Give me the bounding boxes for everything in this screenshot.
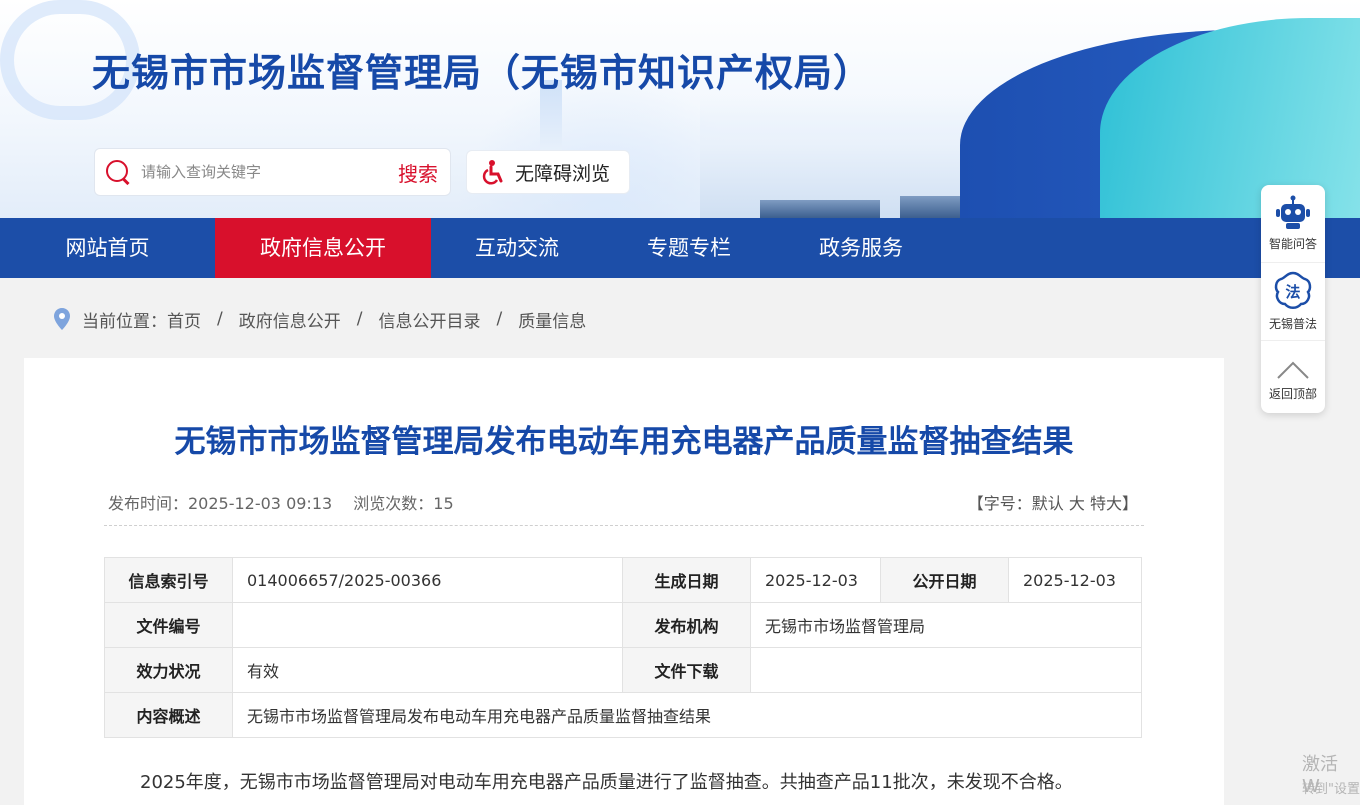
nav-item-special-topics[interactable]: 专题专栏 <box>603 218 775 278</box>
breadcrumb-prefix: 当前位置： <box>82 311 167 332</box>
breadcrumb-separator: / <box>496 309 503 329</box>
float-label: 返回顶部 <box>1268 386 1317 401</box>
breadcrumb-gov-info[interactable]: 政府信息公开 <box>239 307 341 332</box>
chevron-up-icon <box>1277 361 1309 379</box>
font-size-large[interactable]: 大 <box>1069 494 1085 513</box>
table-value: 2025-12-03 <box>1008 557 1142 603</box>
view-count: 浏览次数：15 <box>353 494 454 513</box>
wuxi-law-button[interactable]: 法 无锡普法 <box>1261 263 1325 341</box>
breadcrumb: 当前位置： 首页 / 政府信息公开 / 信息公开目录 / 质量信息 <box>52 304 586 334</box>
float-label: 无锡普法 <box>1268 317 1317 331</box>
divider <box>104 525 1144 526</box>
table-value <box>232 602 623 648</box>
table-label: 效力状况 <box>104 647 233 693</box>
table-value: 014006657/2025-00366 <box>232 557 623 603</box>
table-value: 无锡市市场监督管理局发布电动车用充电器产品质量监督抽查结果 <box>232 692 1142 738</box>
smart-qa-button[interactable]: 智能问答 <box>1261 185 1325 263</box>
article-meta: 发布时间：2025-12-03 09:13 浏览次数：15 <box>108 490 454 514</box>
activation-watermark-sub: 转到"设置 <box>1302 782 1360 797</box>
wheelchair-icon <box>482 160 503 185</box>
table-value: 有效 <box>232 647 623 693</box>
table-row: 文件编号 发布机构 无锡市市场监督管理局 <box>104 602 1142 648</box>
search-box: 搜索 <box>94 148 451 196</box>
table-row: 效力状况 有效 文件下载 <box>104 647 1142 693</box>
table-row: 信息索引号 014006657/2025-00366 生成日期 2025-12-… <box>104 557 1142 603</box>
font-size-default[interactable]: 默认 <box>1032 494 1064 513</box>
back-to-top-button[interactable]: 返回顶部 <box>1261 341 1325 419</box>
nav-item-gov-info[interactable]: 政府信息公开 <box>215 218 431 278</box>
search-icon <box>105 159 131 185</box>
breadcrumb-quality-info[interactable]: 质量信息 <box>518 307 586 332</box>
table-label: 信息索引号 <box>104 557 233 603</box>
font-size-prefix: 【字号： <box>967 494 1032 513</box>
search-input[interactable] <box>141 163 381 181</box>
table-row: 内容概述 无锡市市场监督管理局发布电动车用充电器产品质量监督抽查结果 <box>104 692 1142 738</box>
table-label: 发布机构 <box>622 602 751 648</box>
table-label: 公开日期 <box>880 557 1009 603</box>
breadcrumb-home[interactable]: 首页 <box>167 307 201 332</box>
font-size-control: 【字号：默认 大 特大】 <box>968 490 1138 514</box>
site-title: 无锡市市场监督管理局（无锡市知识产权局） <box>92 51 873 95</box>
breadcrumb-separator: / <box>356 309 363 329</box>
font-size-suffix: 】 <box>1121 494 1138 513</box>
table-value: 2025-12-03 <box>750 557 881 603</box>
law-icon: 法 <box>1274 271 1312 309</box>
article-body: 2025年度，无锡市市场监督管理局对电动车用充电器产品质量进行了监督抽查。共抽查… <box>140 772 1073 793</box>
table-label: 文件编号 <box>104 602 233 648</box>
nav-item-interaction[interactable]: 互动交流 <box>431 218 603 278</box>
main-nav: 网站首页 政府信息公开 互动交流 专题专栏 政务服务 <box>0 218 1360 278</box>
nav-item-home[interactable]: 网站首页 <box>0 218 215 278</box>
table-label: 文件下载 <box>622 647 751 693</box>
article-title: 无锡市市场监督管理局发布电动车用充电器产品质量监督抽查结果 <box>174 424 1074 460</box>
svg-text:法: 法 <box>1285 283 1300 301</box>
breadcrumb-separator: / <box>217 309 223 329</box>
table-value <box>750 647 1142 693</box>
accessibility-button[interactable]: 无障碍浏览 <box>466 150 630 194</box>
breadcrumb-catalog[interactable]: 信息公开目录 <box>378 307 480 332</box>
accessibility-label: 无障碍浏览 <box>515 162 611 185</box>
floating-sidebar: 智能问答 法 无锡普法 返回顶部 <box>1261 185 1325 413</box>
float-label: 智能问答 <box>1268 237 1317 251</box>
font-size-xlarge[interactable]: 特大 <box>1090 494 1122 513</box>
nav-item-gov-services[interactable]: 政务服务 <box>775 218 947 278</box>
table-label: 生成日期 <box>622 557 751 603</box>
table-label: 内容概述 <box>104 692 233 738</box>
info-table: 信息索引号 014006657/2025-00366 生成日期 2025-12-… <box>104 557 1142 738</box>
location-pin-icon <box>54 308 70 330</box>
publish-time: 发布时间：2025-12-03 09:13 <box>108 494 333 513</box>
table-value: 无锡市市场监督管理局 <box>750 602 1142 648</box>
search-button[interactable]: 搜索 <box>398 158 438 187</box>
site-header: 无锡市市场监督管理局（无锡市知识产权局） 搜索 无障碍浏览 <box>0 0 1360 218</box>
robot-icon <box>1276 195 1310 229</box>
